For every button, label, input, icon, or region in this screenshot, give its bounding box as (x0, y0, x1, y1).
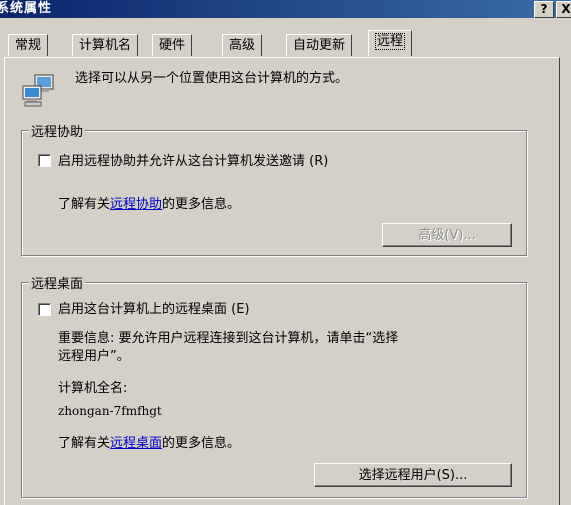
remote-computer-icon (22, 74, 54, 107)
tab-hardware[interactable]: 硬件 (152, 34, 193, 56)
important-info-line2: 远程用户”。 (58, 349, 130, 364)
tab-computer-name[interactable]: 计算机名 (72, 34, 139, 56)
remote-desktop-group: 远程桌面 启用这台计算机上的远程桌面 (E) 重要信息: 要允许用户远程连接到这… (21, 273, 527, 498)
remote-assistance-learn-more: 了解有关远程协助的更多信息。 (58, 193, 240, 212)
remote-desktop-title: 远程桌面 (29, 273, 86, 292)
remote-assistance-title: 远程协助 (29, 121, 86, 140)
learn-suffix: 的更多信息。 (162, 436, 241, 451)
tab-label: 常规 (15, 38, 42, 53)
tab-label: 自动更新 (293, 38, 346, 53)
full-computer-name-value: zhongan-7fmfhgt (58, 404, 162, 418)
full-computer-name-label: 计算机全名: (58, 381, 128, 396)
remote-desktop-checkbox-label[interactable]: 启用这台计算机上的远程桌面 (E) (58, 298, 250, 317)
important-info-line1: 重要信息: 要允许用户远程连接到这台计算机，请单击“选择 (58, 331, 399, 346)
tab-label: 高级 (229, 38, 256, 53)
tab-label: 硬件 (159, 38, 186, 53)
title-bar: 系统属性 ? X (0, 0, 571, 18)
tab-label: 远程 (375, 33, 406, 50)
remote-desktop-learn-more: 了解有关远程桌面的更多信息。 (58, 432, 240, 451)
learn-prefix: 了解有关 (58, 197, 111, 212)
tab-advanced[interactable]: 高级 (222, 34, 263, 56)
remote-assistance-group: 远程协助 启用远程协助并允许从这台计算机发送邀请 (R) 了解有关远程协助的更多… (21, 121, 527, 256)
tab-remote[interactable]: 远程 (368, 30, 413, 56)
remote-assistance-checkbox-label[interactable]: 启用远程协助并允许从这台计算机发送邀请 (R) (58, 150, 328, 169)
remote-assistance-checkbox[interactable] (38, 154, 51, 167)
remote-assistance-link[interactable]: 远程协助 (110, 197, 162, 212)
checkbox-label-text: 启用远程协助并允许从这台计算机发送邀请 (58, 154, 306, 169)
checkbox-accel: (E) (231, 302, 250, 317)
remote-desktop-checkbox[interactable] (38, 303, 51, 316)
checkbox-label-text: 启用这台计算机上的远程桌面 (58, 302, 228, 317)
tab-strip: 常规 计算机名 硬件 高级 自动更新 远程 (0, 28, 571, 58)
advanced-button[interactable]: 高级(V)... (382, 223, 512, 247)
select-remote-users-button[interactable]: 选择远程用户(S)... (314, 463, 512, 487)
tab-label: 计算机名 (79, 38, 132, 53)
remote-desktop-link[interactable]: 远程桌面 (110, 436, 162, 451)
tab-panel-remote: 选择可以从另一个位置使用这台计算机的方式。 远程协助 启用远程协助并允许从这台计… (4, 57, 560, 505)
learn-prefix: 了解有关 (58, 436, 111, 451)
help-button[interactable]: ? (534, 1, 554, 18)
checkbox-accel: (R) (309, 154, 329, 169)
intro-text: 选择可以从另一个位置使用这台计算机的方式。 (75, 71, 349, 86)
tab-automatic-updates[interactable]: 自动更新 (286, 34, 353, 56)
close-button[interactable]: X (556, 1, 571, 18)
tab-general[interactable]: 常规 (8, 34, 49, 56)
window-title: 系统属性 (0, 1, 53, 16)
learn-suffix: 的更多信息。 (162, 197, 241, 212)
